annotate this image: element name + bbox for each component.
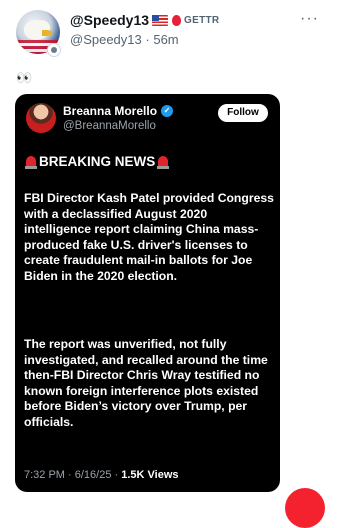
quoted-paragraph-2: The report was unverified, not fully inv… [24,337,268,429]
author-line[interactable]: @Speedy13 GETTR [70,12,219,28]
breaking-news-headline: BREAKING NEWS [25,154,170,169]
avatar-badge-icon [47,43,61,57]
quoted-views: 1.5K Views [121,469,179,481]
post-text: 👀 [16,70,33,85]
headline-text: BREAKING NEWS [39,154,156,169]
author-handle[interactable]: @Speedy13 [70,32,142,47]
quoted-author-handle[interactable]: @BreannaMorello [63,120,156,132]
quoted-meta: 7:32 PM · 6/16/25 · 1.5K Views [24,469,179,481]
quoted-author-name[interactable]: Breanna Morello [63,104,157,118]
compose-button[interactable] [285,488,325,528]
gettr-logo-icon [172,14,182,26]
follow-button[interactable]: Follow [218,104,268,122]
us-flag-icon [152,14,169,26]
platform-label: GETTR [184,14,220,26]
quoted-timestamp[interactable]: 7:32 PM · 6/16/25 · [24,469,118,481]
author-name[interactable]: @Speedy13 [70,12,149,28]
meta-separator: · [145,32,150,47]
post-time[interactable]: 56m [153,32,178,47]
quoted-author-avatar[interactable] [26,103,56,133]
author-meta: @Speedy13 · 56m [70,32,179,47]
more-options-icon[interactable]: ··· [300,10,319,28]
quoted-paragraph-1: FBI Director Kash Patel provided Congres… [24,191,274,283]
siren-icon [157,155,170,169]
avatar-eagle-beak [42,30,52,36]
verified-badge-icon: ✓ [161,105,174,117]
quoted-author-line[interactable]: Breanna Morello ✓ [63,104,174,118]
quoted-post-card[interactable]: Breanna Morello ✓ @BreannaMorello Follow… [15,94,280,492]
siren-icon [25,155,37,169]
